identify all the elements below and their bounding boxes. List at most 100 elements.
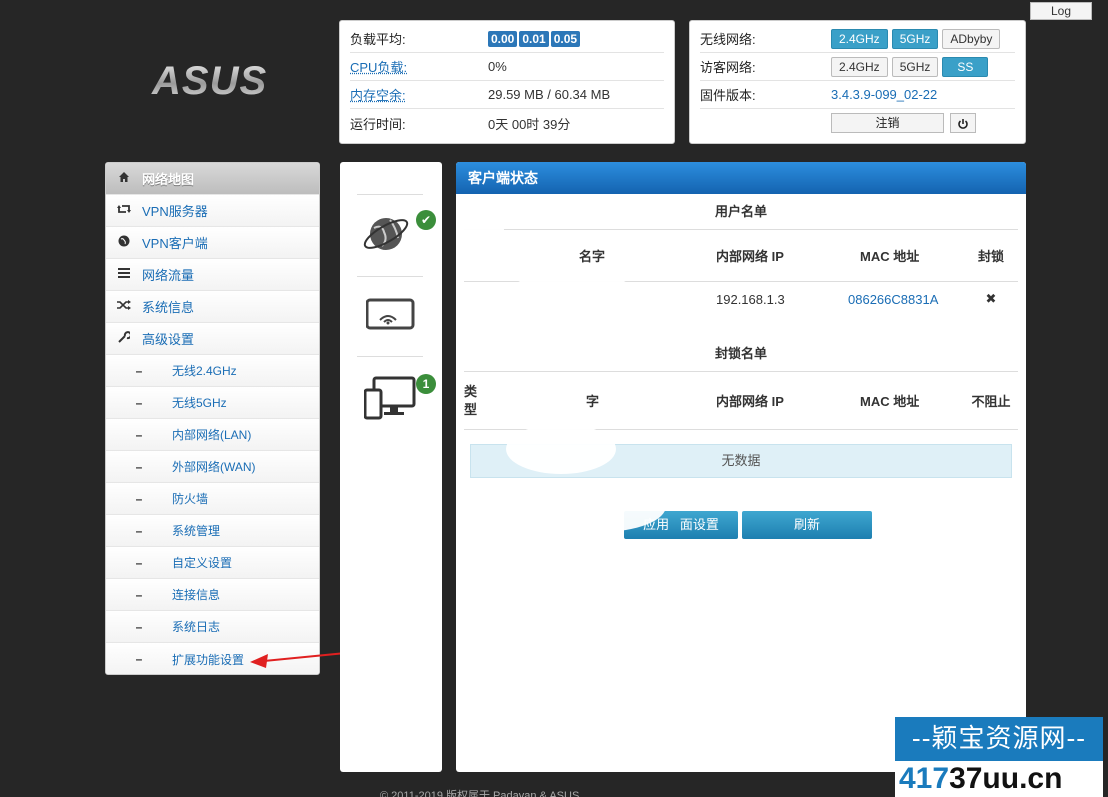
load-5min: 0.01	[519, 30, 549, 47]
guest-24ghz-button[interactable]: 2.4GHz	[831, 56, 888, 77]
col-mac: MAC 地址	[860, 249, 920, 264]
dash-icon: –	[135, 587, 143, 602]
wlan-24ghz-button[interactable]: 2.4GHz	[831, 28, 888, 49]
nav-sub-wan[interactable]: – 外部网络(WAN)	[106, 451, 319, 483]
clients-status-tile[interactable]: 1	[363, 374, 436, 424]
firmware-label: 固件版本:	[700, 88, 756, 103]
watermark-line2-a: 417	[899, 762, 950, 795]
site-watermark: --颖宝资源网-- 41737uu.cn	[895, 717, 1103, 797]
nav-sub-connections[interactable]: – 连接信息	[106, 579, 319, 611]
row-mac-link[interactable]: 086266C8831A	[834, 292, 954, 307]
list-icon	[106, 267, 142, 282]
col-name: 名字	[579, 249, 606, 264]
dash-icon: –	[135, 523, 143, 538]
client-status-panel: 客户端状态 用户名单 名字 内部网络 IP MAC 地址 封锁 192.168.…	[456, 162, 1026, 772]
nav-sub-wireless-24[interactable]: – 无线2.4GHz	[106, 355, 319, 387]
block-client-icon[interactable]: ✖	[954, 291, 1014, 307]
watermark-line2: 41737uu.cn	[895, 761, 1103, 797]
user-list-title: 用户名单	[464, 194, 1018, 230]
nav-advanced[interactable]: 高级设置	[106, 323, 319, 355]
memory-free-link[interactable]: 内存空余:	[350, 85, 488, 104]
nav-sub-lan-label: 内部网络(LAN)	[172, 428, 252, 442]
nav-advanced-label: 高级设置	[142, 332, 195, 347]
router-wifi-icon	[365, 298, 415, 330]
clients-count-badge: 1	[416, 374, 436, 394]
nav-vpn-server-label: VPN服务器	[142, 204, 208, 219]
block-table-header: 类 型 字 内部网络 IP MAC 地址 不阻止	[464, 372, 1018, 430]
nav-sub-wireless-24-label: 无线2.4GHz	[172, 364, 237, 378]
col-unblock: 不阻止	[971, 394, 1011, 409]
watermark-line2-b: 37uu.cn	[949, 762, 1063, 795]
wireless-label: 无线网络:	[700, 32, 756, 47]
system-status-panel: 负载平均: 0.00 0.01 0.05 CPU负载: 0% 内存空余: 29.59…	[339, 20, 675, 144]
guest-5ghz-button[interactable]: 5GHz	[891, 56, 939, 77]
home-icon	[106, 171, 142, 186]
footer-copyright: © 2011-2019 版权属于 Padavan & ASUS	[380, 790, 580, 797]
col-block-ip: 内部网络 IP	[716, 394, 784, 409]
logout-button[interactable]: 注销	[831, 113, 944, 133]
nav-vpn-client[interactable]: VPN客户端	[106, 227, 319, 259]
dash-icon: –	[135, 652, 143, 666]
dash-icon: –	[135, 491, 143, 506]
wlan-5ghz-button[interactable]: 5GHz	[891, 28, 939, 49]
cpu-load-value: 0%	[488, 59, 507, 74]
col-block-type: 类 型	[464, 383, 478, 417]
firmware-version-link[interactable]: 3.4.3.9-099_02-22	[831, 87, 937, 102]
internet-status-tile[interactable]: ✔	[362, 210, 436, 260]
row-ip: 192.168.1.3	[716, 291, 785, 307]
nav-sub-lan[interactable]: – 内部网络(LAN)	[106, 419, 319, 451]
nav-sub-wireless-5[interactable]: – 无线5GHz	[106, 387, 319, 419]
nav-sub-syslog[interactable]: – 系统日志	[106, 611, 319, 643]
sidebar-nav: 网络地图 VPN服务器 VPN客户端 网络流量 系统信息 高级设置 – 无线2.4…	[105, 162, 320, 675]
nav-sub-admin[interactable]: – 系统管理	[106, 515, 319, 547]
wrench-icon	[106, 331, 142, 346]
refresh-button[interactable]: 刷新	[742, 511, 872, 539]
panel-title: 客户端状态	[456, 162, 1026, 194]
shuffle-icon	[106, 299, 142, 314]
check-icon: ✔	[416, 210, 436, 230]
retweet-icon	[106, 203, 142, 218]
nav-sub-extensions-label: 扩展功能设置	[172, 652, 245, 667]
dash-icon: –	[135, 363, 143, 378]
dash-icon: –	[135, 555, 143, 570]
nav-network-map[interactable]: 网络地图	[106, 163, 319, 195]
nav-sub-connections-label: 连接信息	[172, 588, 221, 602]
nav-vpn-server[interactable]: VPN服务器	[106, 195, 319, 227]
col-ip: 内部网络 IP	[716, 249, 784, 264]
memory-free-value: 29.59 MB / 60.34 MB	[488, 87, 611, 102]
uptime-value: 0天 00时 39分	[488, 116, 571, 132]
load-label: 负载平均:	[350, 32, 406, 47]
wireless-status-panel: 无线网络: 2.4GHz 5GHz ADbyby 访客网络: 2.4GHz 5G…	[689, 20, 1026, 144]
col-block: 封锁	[977, 249, 1004, 264]
load-15min: 0.05	[550, 30, 581, 47]
power-button[interactable]	[950, 113, 976, 133]
nav-traffic-label: 网络流量	[142, 268, 195, 283]
adbyby-button[interactable]: ADbyby	[942, 28, 1001, 49]
watermark-line1: --颖宝资源网--	[895, 717, 1103, 761]
block-list-title: 封锁名单	[464, 336, 1018, 372]
nav-sub-firewall[interactable]: – 防火墙	[106, 483, 319, 515]
nav-vpn-client-label: VPN客户端	[142, 236, 208, 251]
nav-sub-custom[interactable]: – 自定义设置	[106, 547, 319, 579]
col-block-mac: MAC 地址	[860, 394, 920, 409]
log-button[interactable]: Log	[1030, 2, 1092, 20]
svg-text:ASUS: ASUS	[151, 59, 267, 103]
ss-button[interactable]: SS	[942, 56, 989, 77]
nav-sub-admin-label: 系统管理	[172, 524, 221, 538]
nav-sub-wireless-5-label: 无线5GHz	[172, 396, 227, 410]
dash-icon: –	[135, 459, 143, 474]
dash-icon: –	[135, 395, 143, 410]
nav-network-map-label: 网络地图	[142, 172, 195, 187]
nav-sub-custom-label: 自定义设置	[172, 556, 233, 570]
device-icon-column: ✔ 1	[340, 162, 442, 772]
nav-sub-syslog-label: 系统日志	[172, 620, 221, 634]
monitor-phone-icon	[363, 376, 416, 420]
cpu-load-link[interactable]: CPU负载:	[350, 57, 488, 76]
power-icon	[958, 118, 968, 129]
nav-sub-wan-label: 外部网络(WAN)	[172, 460, 256, 474]
nav-traffic[interactable]: 网络流量	[106, 259, 319, 291]
settings-label: 面设置	[679, 517, 719, 532]
nav-system-info[interactable]: 系统信息	[106, 291, 319, 323]
uptime-label: 运行时间:	[350, 116, 406, 132]
router-status-tile[interactable]	[365, 298, 416, 338]
